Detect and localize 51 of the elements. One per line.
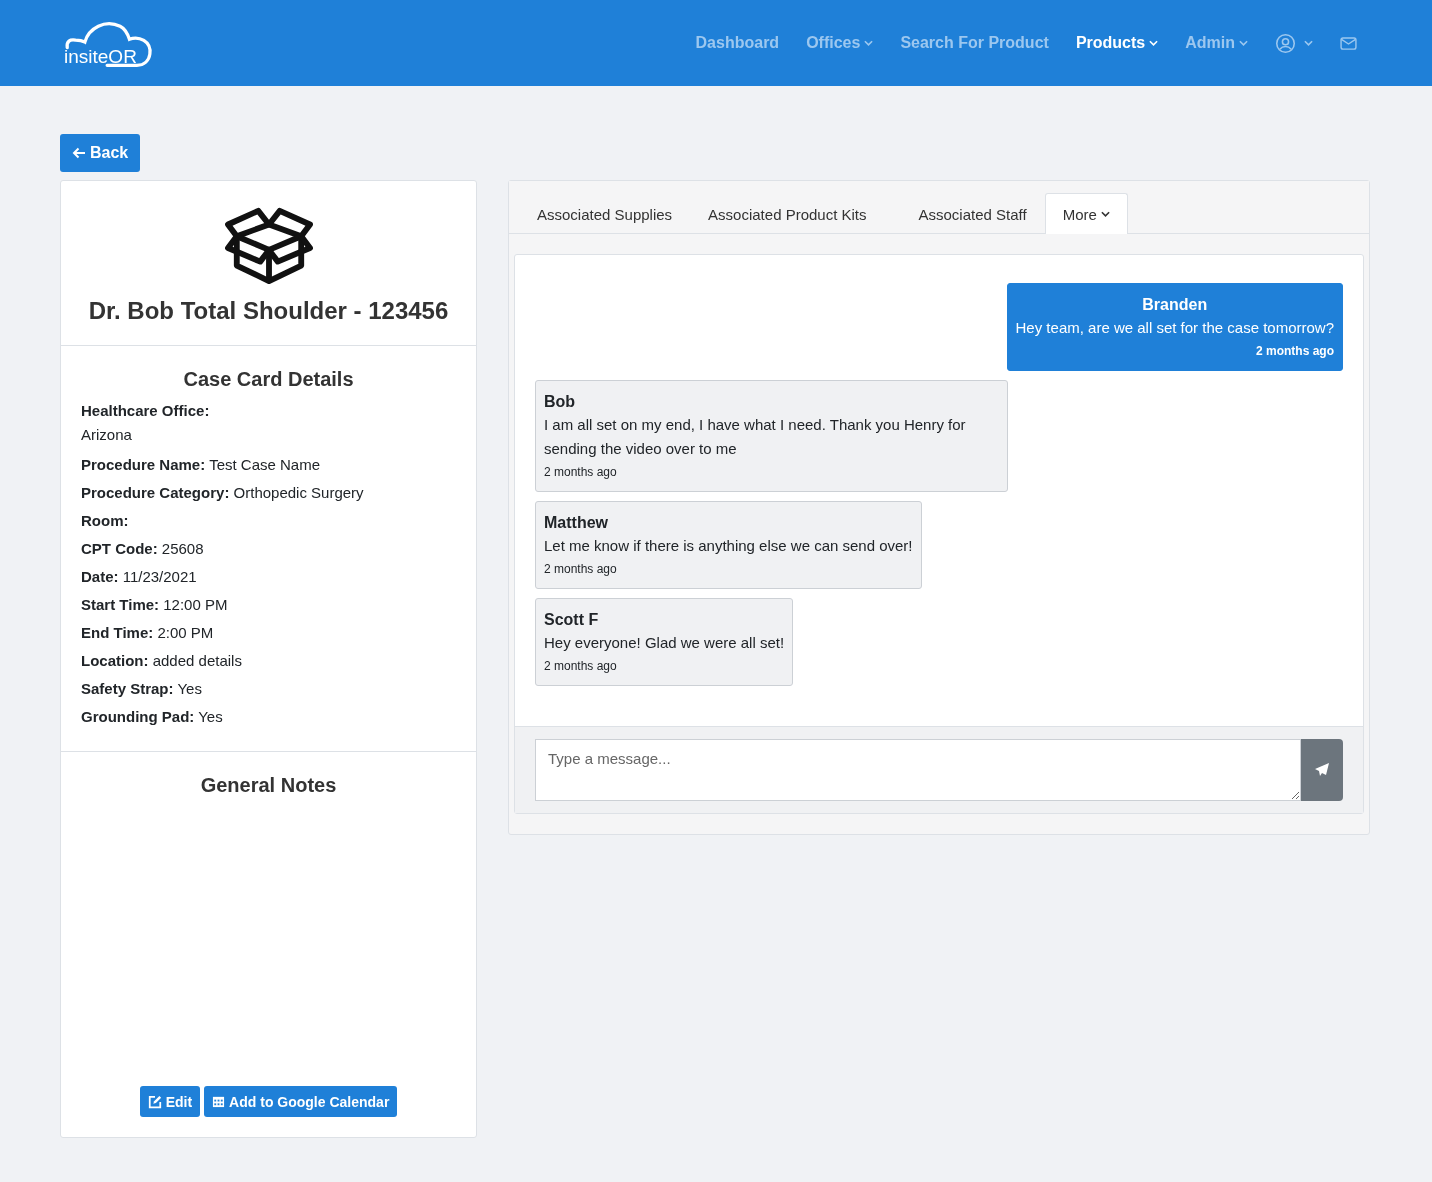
nav-link[interactable]: Products bbox=[1075, 34, 1159, 52]
message-author: Scott F bbox=[544, 610, 600, 630]
open-box-icon bbox=[224, 205, 313, 287]
send-button[interactable] bbox=[1301, 739, 1343, 801]
message-author: Matthew bbox=[544, 513, 609, 533]
message-time: 2 months ago bbox=[544, 658, 618, 675]
message-text: Hey team, are we all set for the case tomorrow? bbox=[1015, 318, 1334, 338]
detail-field: Date: 11/23/2021 bbox=[81, 563, 456, 591]
logo-text: insiteOR bbox=[64, 46, 137, 68]
detail-field: Safety Strap: Yes bbox=[81, 675, 456, 703]
detail-field: Location: added details bbox=[81, 647, 456, 675]
message-text: Hey everyone! Glad we were all set! bbox=[544, 633, 785, 653]
back-button[interactable]: Back bbox=[60, 134, 141, 172]
arrow-left-icon bbox=[72, 147, 86, 159]
nav-link[interactable]: Offices bbox=[806, 34, 874, 52]
chevron-down-icon bbox=[1304, 40, 1313, 46]
tab[interactable]: Associated Supplies bbox=[519, 193, 691, 234]
detail-field: Start Time: 12:00 PM bbox=[81, 591, 456, 619]
nav-link[interactable]: Search For Product bbox=[900, 34, 1049, 52]
detail-field: Procedure Name: Test Case Name bbox=[81, 451, 456, 479]
message-text: I am all set on my end, I have what I need. Thank you Henry for sending the video over to me bbox=[544, 415, 967, 459]
nav-link[interactable]: Admin bbox=[1185, 34, 1248, 52]
tab[interactable]: Associated Product Kits bbox=[690, 193, 885, 234]
calendar-icon bbox=[212, 1095, 226, 1108]
detail-field: CPT Code: 25608 bbox=[81, 535, 456, 563]
nav-link[interactable]: Dashboard bbox=[695, 34, 780, 52]
message-author: Branden bbox=[1141, 295, 1209, 315]
logo[interactable]: insiteOR bbox=[60, 17, 158, 69]
case-title: Dr. Bob Total Shoulder - 123456 bbox=[88, 297, 449, 325]
section-heading: Case Card Details bbox=[182, 368, 355, 391]
detail-field: End Time: 2:00 PM bbox=[81, 619, 456, 647]
detail-field: Healthcare Office: Arizona bbox=[81, 399, 456, 447]
user-circle-icon bbox=[1275, 32, 1296, 54]
message-input-field[interactable]: Type a message... bbox=[535, 739, 1301, 801]
message-author: Bob bbox=[544, 392, 577, 412]
message-time: 2 months ago bbox=[544, 561, 618, 578]
user-menu[interactable] bbox=[1275, 32, 1313, 54]
section-heading: General Notes bbox=[199, 774, 338, 797]
calendar-button[interactable]: Add to Google Calendar bbox=[204, 1086, 398, 1117]
detail-field: Room: bbox=[81, 507, 456, 535]
detail-field: Grounding Pad: Yes bbox=[81, 703, 456, 731]
edit-icon bbox=[147, 1094, 162, 1109]
paper-plane-icon bbox=[1314, 762, 1330, 778]
edit-button[interactable]: Edit bbox=[139, 1086, 201, 1117]
tab[interactable]: More bbox=[1044, 193, 1128, 234]
mail-icon[interactable] bbox=[1340, 36, 1357, 50]
detail-field: Procedure Category: Orthopedic Surgery bbox=[81, 479, 456, 507]
message-time: 2 months ago bbox=[1255, 343, 1334, 360]
message-time: 2 months ago bbox=[544, 464, 618, 481]
message-text: Let me know if there is anything else we can send over! bbox=[544, 536, 913, 556]
tab[interactable]: Associated Staff bbox=[900, 193, 1045, 234]
